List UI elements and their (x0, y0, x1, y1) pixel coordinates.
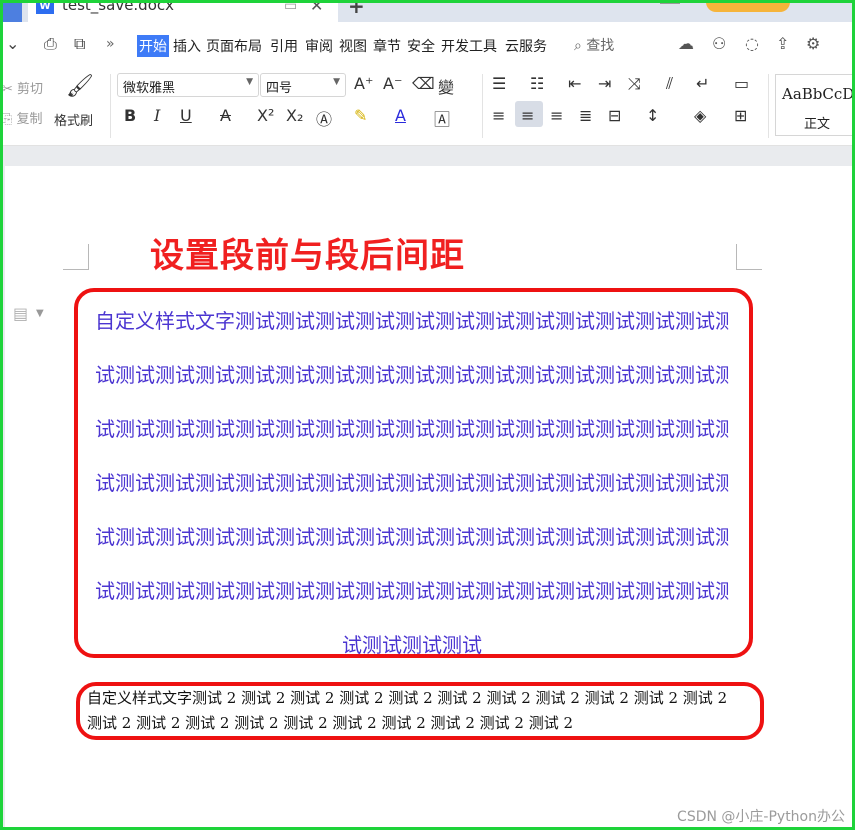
scissors-icon: ✂ (2, 82, 13, 97)
export-icon[interactable]: ⧉ (74, 34, 85, 54)
menu-bar: ⌄ ⎙ ⧉ » 开始 插入 页面布局 引用 审阅 视图 章节 安全 开发工具 云… (0, 22, 855, 68)
text-direction-icon[interactable]: ⫽ (666, 74, 673, 94)
tab-cloud-service[interactable]: 云服务 (505, 36, 547, 56)
tab-view[interactable]: 视图 (339, 36, 367, 56)
text-effect-icon[interactable]: Ⓐ (316, 106, 332, 130)
watermark: CSDN @小庄-Python办公 (677, 809, 845, 825)
decrease-indent-icon[interactable]: ⇤ (568, 74, 581, 93)
underline-icon[interactable]: U (180, 106, 192, 125)
copy-label: 复制 (16, 112, 43, 127)
paragraph-layout-icon[interactable]: ▤ (13, 304, 28, 323)
tab-page-layout[interactable]: 页面布局 (206, 36, 262, 56)
cut-label: 剪切 (17, 82, 44, 97)
font-size-select[interactable]: 四号 ▼ (260, 73, 346, 97)
annotation-box-paragraph-1 (74, 288, 753, 658)
numbered-list-icon[interactable]: ☷ (530, 74, 544, 93)
sort-icon[interactable]: ↵ (696, 74, 709, 93)
chevron-down-icon: ▼ (246, 77, 253, 87)
shrink-font-icon[interactable]: A⁻ (383, 74, 402, 93)
pinyin-guide-icon[interactable]: 變 (438, 74, 454, 98)
search-button[interactable]: ⌕ 查找 (574, 35, 614, 55)
chevron-down-icon[interactable]: ▼ (36, 308, 44, 319)
font-name-value: 微软雅黑 (123, 81, 176, 96)
format-painter-label[interactable]: 格式刷 (54, 110, 93, 129)
line-spacing-icon[interactable]: ↕ (646, 106, 659, 125)
align-center-icon[interactable]: ≡ (521, 106, 534, 125)
tab-home[interactable]: 开始 (137, 35, 169, 57)
more-menu-icon[interactable]: » (106, 36, 115, 52)
annotation-box-paragraph-2 (76, 682, 764, 740)
font-name-select[interactable]: 微软雅黑 ▼ (117, 73, 259, 97)
justify-icon[interactable]: ≣ (579, 106, 592, 125)
distributed-icon[interactable]: ⊟ (608, 106, 621, 125)
style-name-label: 正文 (804, 117, 831, 132)
tab-review[interactable]: 审阅 (305, 36, 333, 56)
app-menu-button[interactable] (0, 0, 22, 22)
account-badge[interactable] (706, 0, 790, 12)
settings-gear-icon[interactable]: ⚙ (806, 34, 820, 53)
cut-button[interactable]: ✂ 剪切 (2, 78, 43, 97)
search-icon: ⌕ (574, 38, 582, 54)
margin-corner-marker (63, 244, 89, 270)
document-area: ▤ ▼ 设置段前与段后间距 自定义样式文字测试测试测试测试测试测试测试测试测试测… (0, 146, 855, 830)
style-gallery-normal[interactable]: AaBbCcD 正文 (775, 74, 855, 136)
show-marks-icon[interactable]: ▭ (734, 74, 749, 93)
format-painter-icon[interactable]: 🖌 (66, 74, 94, 99)
char-border-icon[interactable]: 🄰 (434, 106, 450, 130)
font-size-value: 四号 (266, 81, 293, 96)
superscript-icon[interactable]: X² (257, 106, 274, 125)
shading-icon[interactable]: ◈ (694, 106, 706, 125)
document-page[interactable]: ▤ ▼ 设置段前与段后间距 自定义样式文字测试测试测试测试测试测试测试测试测试测… (5, 166, 855, 830)
share-user-icon[interactable]: ⚇ (712, 34, 726, 53)
italic-icon[interactable]: I (154, 106, 160, 125)
word-doc-icon: W (36, 0, 54, 14)
highlight-icon[interactable]: ✎ (354, 106, 367, 125)
copy-button[interactable]: ⎘ 复制 (2, 108, 43, 127)
minimize-icon[interactable] (660, 2, 680, 4)
annotation-heading: 设置段前与段后间距 (150, 236, 465, 276)
document-tab[interactable]: W test_save.docx ▭ ✕ (28, 0, 338, 22)
copy-icon: ⎘ (2, 112, 13, 127)
ribbon-toolbar: ✂ 剪切 ⎘ 复制 🖌 格式刷 微软雅黑 ▼ 四号 ▼ A⁺ A⁻ ⌫ 變 B … (0, 68, 855, 146)
divider (482, 74, 483, 138)
font-color-icon[interactable]: A (395, 106, 406, 125)
borders-icon[interactable]: ⊞ (734, 106, 747, 125)
margin-corner-marker (736, 244, 762, 270)
share-icon[interactable]: ⇪ (776, 34, 789, 53)
dropdown-chevron-icon[interactable]: ⌄ (6, 34, 19, 53)
tab-security[interactable]: 安全 (407, 36, 435, 56)
strikethrough-icon[interactable]: A (220, 106, 231, 125)
style-sample-text: AaBbCcD (782, 85, 855, 103)
search-label: 查找 (586, 38, 615, 54)
align-right-icon[interactable]: ≡ (550, 106, 563, 125)
tab-display-icon[interactable]: ▭ (284, 0, 297, 14)
new-tab-icon[interactable]: + (348, 0, 365, 18)
tab-close-icon[interactable]: ✕ (310, 0, 323, 15)
align-left-icon[interactable]: ≡ (492, 106, 505, 125)
bullet-list-icon[interactable]: ☰ (492, 74, 506, 93)
tab-bar: W test_save.docx ▭ ✕ + (0, 0, 855, 22)
clear-format-icon[interactable]: ⌫ (412, 74, 435, 93)
comment-icon[interactable]: ◌ (745, 34, 759, 53)
cloud-sync-icon[interactable]: ☁ (678, 34, 694, 53)
increase-indent-icon[interactable]: ⇥ (598, 74, 611, 93)
divider (110, 74, 111, 138)
chevron-down-icon: ▼ (333, 77, 340, 87)
save-icon[interactable]: ⎙ (44, 34, 57, 54)
subscript-icon[interactable]: X₂ (286, 106, 303, 125)
bold-icon[interactable]: B (124, 106, 136, 125)
tab-developer[interactable]: 开发工具 (441, 36, 497, 56)
tab-sections[interactable]: 章节 (373, 36, 401, 56)
divider (768, 74, 769, 138)
tab-insert[interactable]: 插入 (173, 36, 201, 56)
chinese-layout-icon[interactable]: ⤨ (628, 74, 641, 94)
grow-font-icon[interactable]: A⁺ (354, 74, 373, 93)
tab-references[interactable]: 引用 (270, 36, 298, 56)
document-tab-title: test_save.docx (62, 0, 175, 14)
